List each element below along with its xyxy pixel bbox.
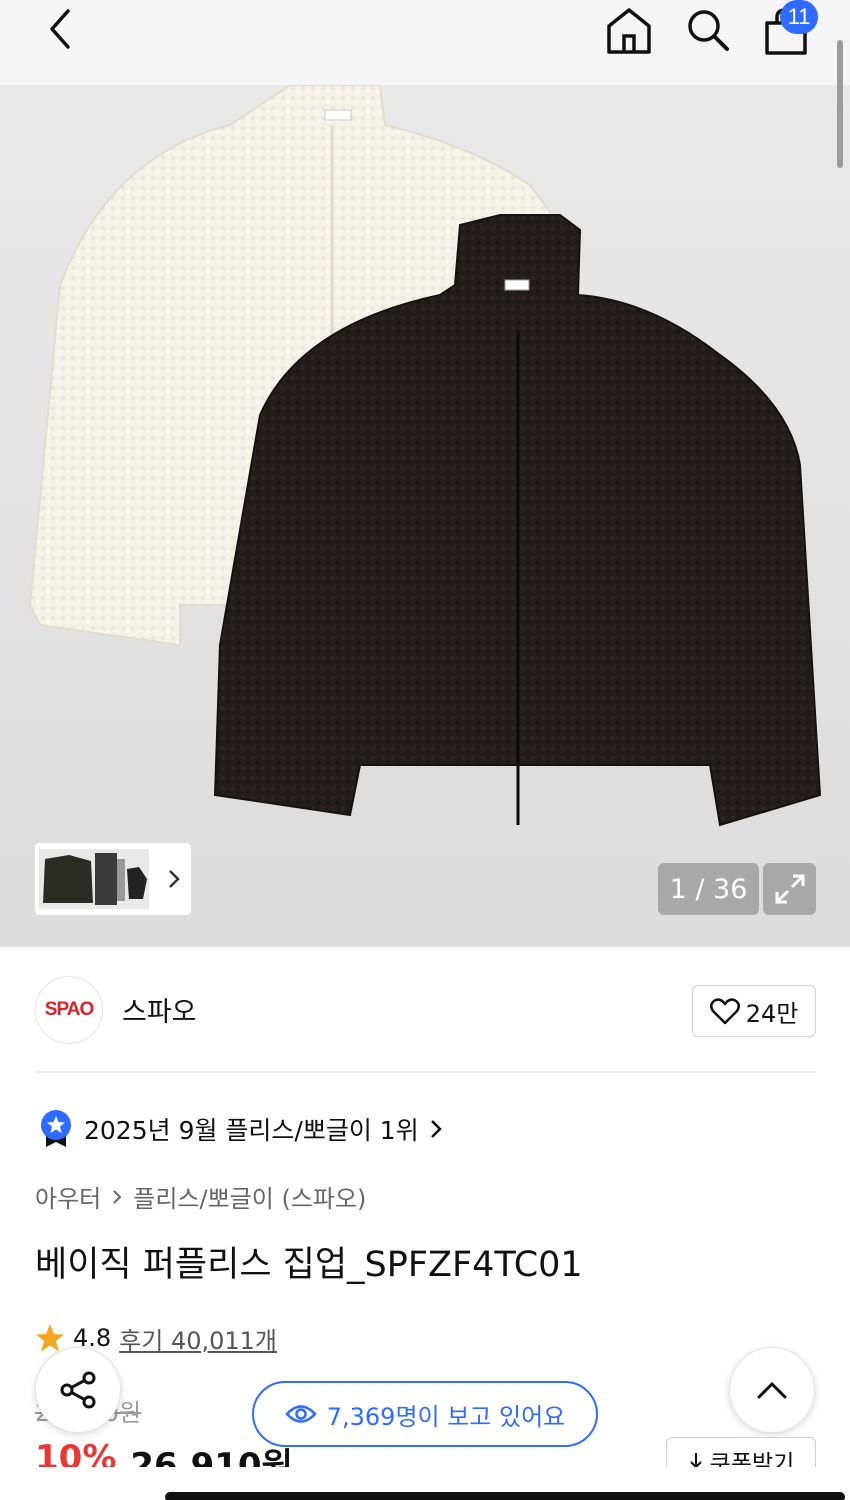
star-icon xyxy=(36,1324,64,1352)
home-icon xyxy=(607,8,651,54)
product-title: 베이직 퍼플리스 집업_SPFZF4TC01 xyxy=(35,1245,583,1285)
chevron-right-icon xyxy=(113,1189,122,1204)
search-button[interactable] xyxy=(680,2,736,58)
thumbnail-next-button[interactable] xyxy=(160,864,188,894)
divider xyxy=(35,1071,816,1073)
eye-icon xyxy=(285,1405,317,1423)
back-button[interactable] xyxy=(36,4,86,54)
cart-count-badge: 11 xyxy=(780,0,818,34)
thumbnail-photo xyxy=(39,849,149,909)
category-level2[interactable]: 플리스/뽀글이 (스파오) xyxy=(133,1179,366,1214)
viewers-text: 7,369명이 보고 있어요 xyxy=(326,1402,566,1431)
thumbnail-image[interactable] xyxy=(39,849,149,909)
share-button[interactable] xyxy=(35,1347,121,1433)
scroll-top-button[interactable] xyxy=(729,1347,815,1433)
brand-logo[interactable]: SPAO xyxy=(35,976,103,1044)
share-icon xyxy=(60,1371,96,1409)
heart-icon xyxy=(709,998,740,1025)
category-level1[interactable]: 아우터 xyxy=(35,1179,101,1214)
brand-logo-text: SPAO xyxy=(44,999,94,1020)
product-image-gallery[interactable] xyxy=(0,85,850,947)
review-count-link[interactable]: 후기 40,011개 xyxy=(119,1321,277,1356)
ranking-link[interactable]: 2025년 9월 플리스/뽀글이 1위 xyxy=(38,1108,443,1150)
category-breadcrumb: 아우터 플리스/뽀글이 (스파오) xyxy=(35,1179,366,1214)
chevron-up-icon xyxy=(757,1382,787,1399)
top-header: 11 xyxy=(0,0,850,85)
product-photo xyxy=(28,85,822,827)
brand-name[interactable]: 스파오 xyxy=(122,990,197,1029)
brand-like-button[interactable]: 24만 xyxy=(692,985,816,1037)
home-indicator xyxy=(165,1492,845,1500)
like-count: 24만 xyxy=(745,999,799,1028)
viewers-indicator: 7,369명이 보고 있어요 xyxy=(252,1381,598,1447)
expand-icon xyxy=(775,874,804,904)
chevron-right-icon xyxy=(430,1120,442,1138)
ranking-badge-icon xyxy=(41,1110,71,1147)
image-page-counter: 1 / 36 xyxy=(658,863,759,915)
chevron-right-icon xyxy=(169,870,180,888)
home-button[interactable] xyxy=(600,2,658,60)
scroll-indicator[interactable] xyxy=(837,40,843,168)
expand-button[interactable] xyxy=(763,863,816,915)
back-icon xyxy=(50,9,70,49)
ranking-text: 2025년 9월 플리스/뽀글이 1위 xyxy=(84,1116,419,1145)
search-icon xyxy=(688,10,729,51)
